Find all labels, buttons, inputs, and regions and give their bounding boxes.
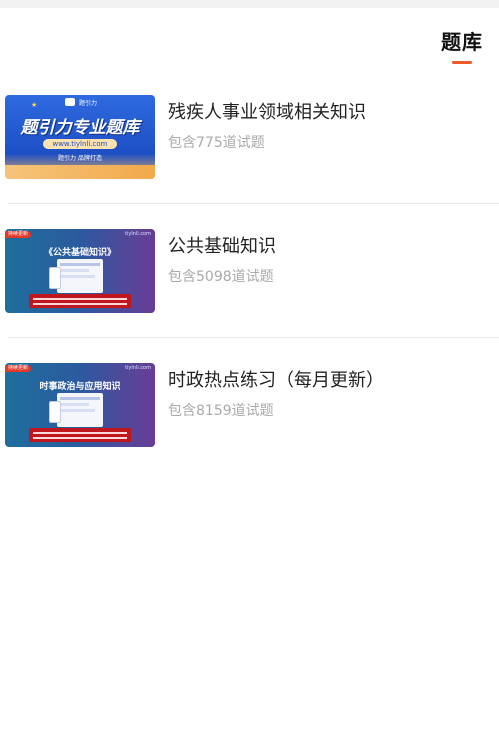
- thumb-logo-text: 题引力: [79, 100, 98, 107]
- thumb-promo-box: [29, 294, 131, 308]
- thumb-heading: 《公共基础知识》: [43, 248, 116, 258]
- thumb-headline: 题引力专业题库: [20, 118, 140, 138]
- thumb-url: www.tiylnli.com: [43, 139, 117, 149]
- thumb-heading: 时事政治与应用知识: [39, 382, 121, 392]
- status-strip: [0, 0, 499, 8]
- laptop-screen-icon: [57, 259, 103, 293]
- item-question-count: 包含775道试题: [168, 135, 265, 151]
- item-question-count: 包含8159道试题: [168, 403, 274, 419]
- phone-icon: [49, 401, 61, 423]
- item-question-count: 包含5098道试题: [168, 269, 274, 285]
- thumb-band: [5, 165, 155, 179]
- list-item[interactable]: 持续更新 tiylnli.com 时事政治与应用知识 时政热点练习（每月更新） …: [0, 356, 499, 490]
- item-thumbnail[interactable]: ★ 题引力 题引力专业题库 www.tiylnli.com 题引力 品牌打造: [5, 95, 155, 179]
- star-icon: ★: [31, 101, 38, 109]
- thumb-tag: 持续更新: [5, 365, 32, 372]
- tab-label: 题库: [441, 30, 483, 54]
- list-item[interactable]: 持续更新 tiylnli.com 《公共基础知识》 公共基础知识 包含5098道…: [0, 222, 499, 356]
- item-thumbnail[interactable]: 持续更新 tiylnli.com 《公共基础知识》: [5, 229, 155, 313]
- tab-question-bank[interactable]: 题库: [441, 26, 483, 64]
- phone-icon: [49, 267, 61, 289]
- tab-active-indicator: [452, 61, 472, 64]
- item-thumbnail[interactable]: 持续更新 tiylnli.com 时事政治与应用知识: [5, 363, 155, 447]
- thumb-site: tiylnli.com: [125, 231, 151, 237]
- item-title[interactable]: 时政热点练习（每月更新）: [168, 366, 384, 392]
- laptop-screen-icon: [57, 393, 103, 427]
- thumb-tag: 持续更新: [5, 231, 32, 238]
- list-item[interactable]: ★ 题引力 题引力专业题库 www.tiylnli.com 题引力 品牌打造 残…: [0, 88, 499, 222]
- item-title[interactable]: 残疾人事业领域相关知识: [168, 98, 366, 124]
- divider: [8, 337, 499, 338]
- item-title[interactable]: 公共基础知识: [168, 232, 276, 258]
- thumb-promo-box: [29, 428, 131, 442]
- divider: [8, 203, 499, 204]
- thumb-footer: 题引力 品牌打造: [58, 155, 102, 162]
- question-bank-list: ★ 题引力 题引力专业题库 www.tiylnli.com 题引力 品牌打造 残…: [0, 88, 499, 490]
- thumb-site: tiylnli.com: [125, 365, 151, 371]
- brand-logo-icon: [65, 98, 75, 106]
